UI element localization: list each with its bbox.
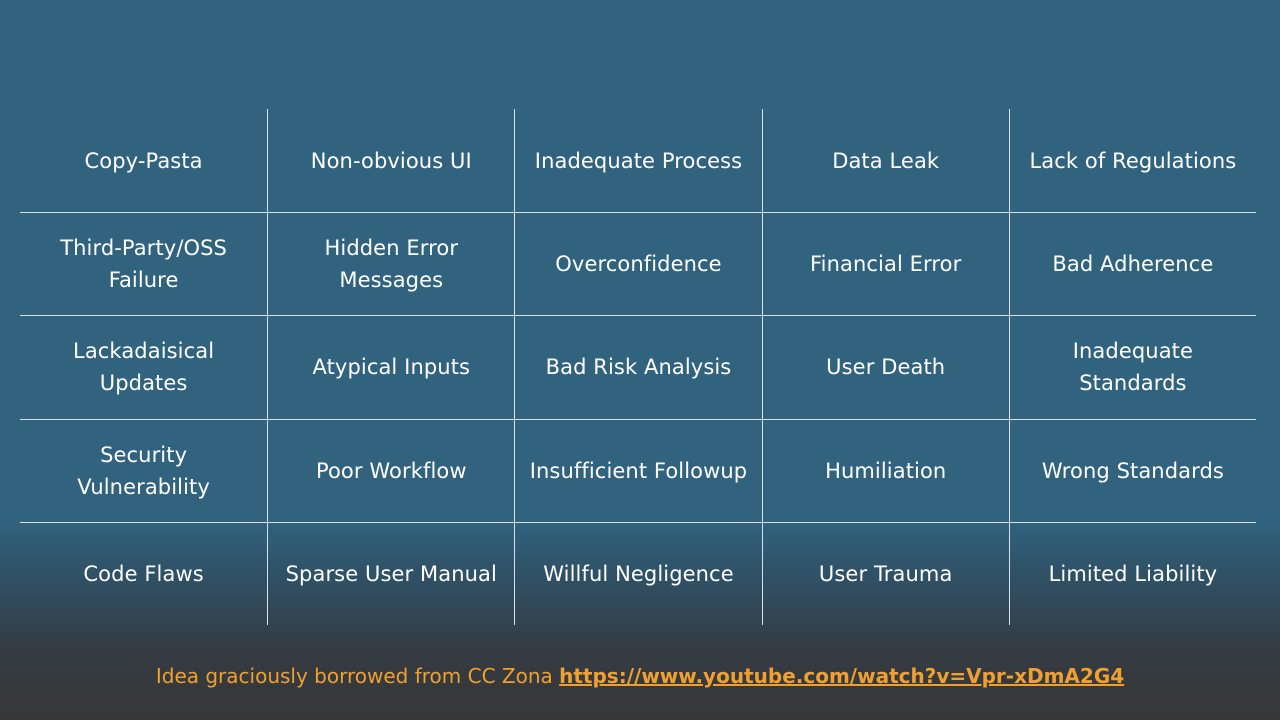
grid-cell: Sparse User Manual [267, 521, 515, 625]
grid-cell: User Trauma [761, 521, 1009, 625]
grid-cell: Copy-Pasta [84, 148, 203, 173]
grid-cell: Non-obvious UI [267, 109, 514, 213]
grid-cell: Insufficient Followup [514, 418, 762, 522]
grid-cell: Limited Liability [1008, 521, 1256, 625]
grid-cell: Bad Risk Analysis [514, 315, 762, 419]
grid-cell: Poor Workflow [267, 418, 515, 522]
grid-cell: Inadequate Standards [1008, 315, 1256, 419]
grid-cell: Inadequate Process [514, 109, 761, 213]
grid-cell: Hidden Error Messages [267, 212, 515, 316]
grid-cell: Wrong Standards [1008, 418, 1256, 522]
grid-cell: Security Vulnerability [20, 418, 268, 522]
footer-link[interactable]: https://www.youtube.com/watch?v=Vpr-xDmA… [559, 664, 1124, 688]
footer-credit: Idea graciously borrowed from CC Zona ht… [0, 664, 1280, 688]
grid-cell: Lack of Regulations [1008, 109, 1256, 213]
grid-cell: Financial Error [761, 212, 1009, 316]
footer-text: Idea graciously borrowed from CC Zona [155, 664, 560, 688]
grid-cell: Data Leak [761, 109, 1009, 213]
grid-cell: Lackadaisical Updates [20, 315, 268, 418]
grid-cell: Code Flaws [20, 521, 268, 625]
grid-cell: Overconfidence [514, 212, 762, 316]
grid-cell: Atypical Inputs [267, 315, 515, 419]
grid-cell: Humiliation [761, 418, 1009, 522]
grid-cell: Third-Party/OSS Failure [20, 212, 268, 315]
grid-cell: User Death [761, 315, 1009, 419]
grid-cell: Bad Adherence [1008, 212, 1256, 316]
bingo-grid: Copy-Pasta Non-obvious UI Inadequate Pro… [20, 109, 1256, 625]
grid-cell: Willful Negligence [514, 521, 762, 625]
